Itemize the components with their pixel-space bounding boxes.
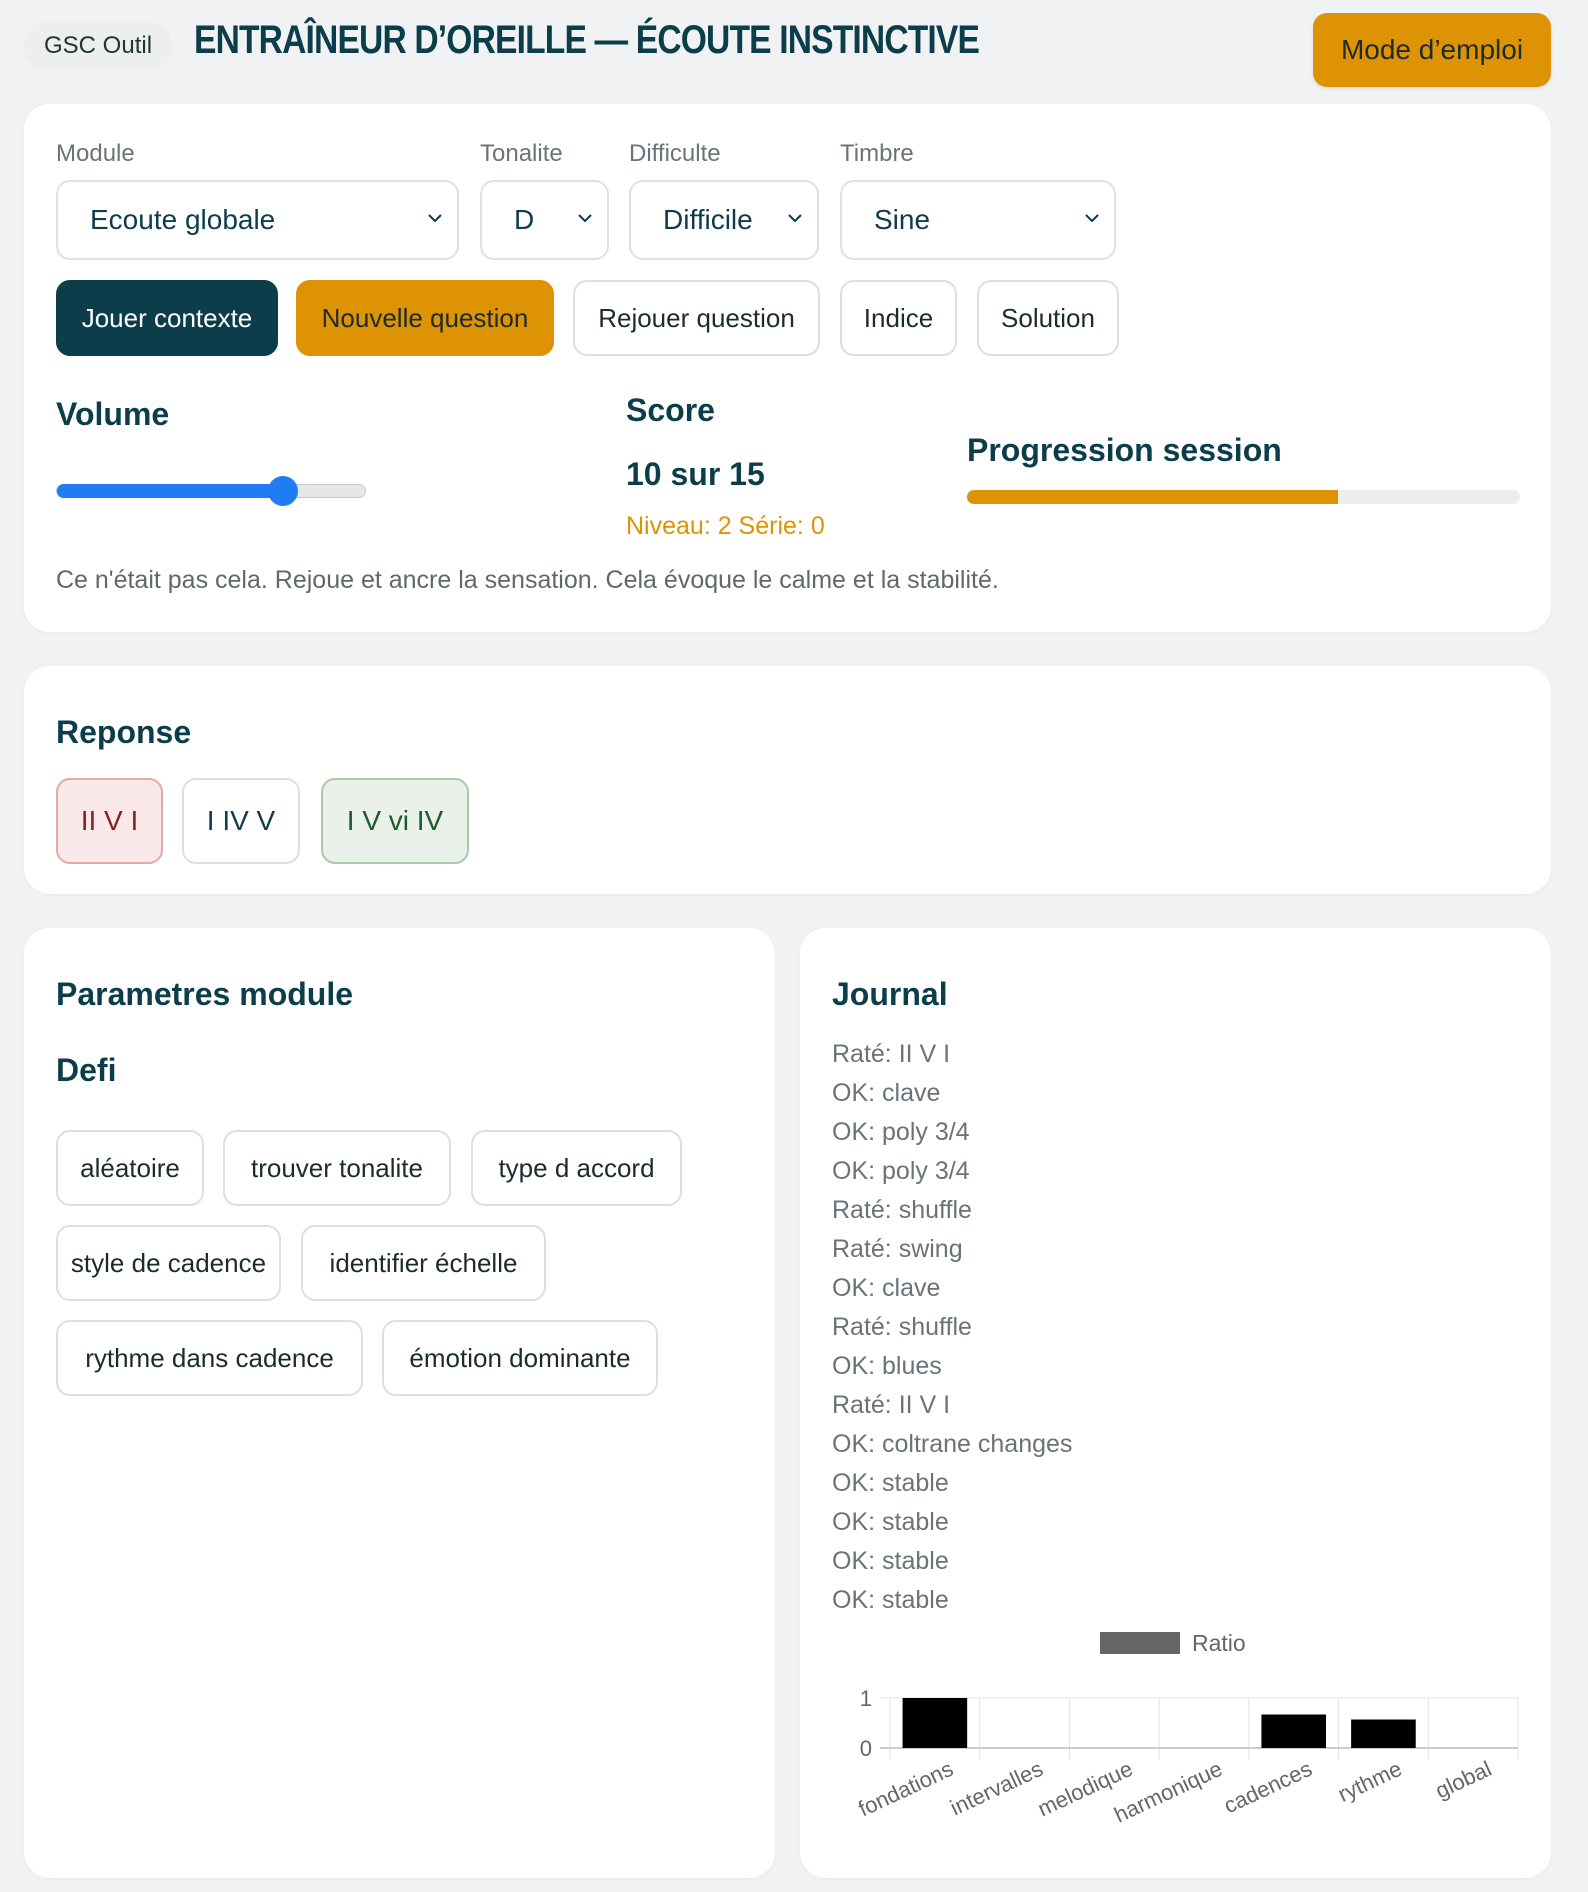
journal-entry: Raté: II V I: [832, 1040, 951, 1068]
help-button[interactable]: Mode d’emploi: [1313, 13, 1551, 87]
session-progress-fill: [967, 490, 1338, 504]
new-question-button[interactable]: Nouvelle question: [296, 280, 554, 356]
answer-option[interactable]: I IV V: [182, 778, 300, 864]
challenge-chord-type[interactable]: type d accord: [471, 1130, 682, 1206]
answer-option-wrong[interactable]: II V I: [56, 778, 163, 864]
y-tick-label: 1: [860, 1686, 872, 1711]
volume-slider[interactable]: [56, 476, 366, 506]
x-tick-label: intervalles: [946, 1756, 1046, 1821]
module-select-value: Ecoute globale: [90, 204, 276, 235]
bar-cadences: [1261, 1714, 1327, 1748]
page-title: Entraîneur d’oreille — Écoute instinctiv…: [194, 18, 980, 62]
journal-entry: Raté: II V I: [832, 1391, 951, 1419]
difficulte-select-value: Difficile: [663, 204, 753, 235]
journal-entry: Raté: shuffle: [832, 1196, 972, 1224]
bar-fondations: [902, 1698, 968, 1748]
journal-title: Journal: [832, 976, 948, 1012]
x-tick-label: fondations: [854, 1756, 957, 1822]
journal-entry: OK: stable: [832, 1508, 949, 1536]
chevron-down-icon: [788, 214, 802, 223]
journal-entry: Raté: shuffle: [832, 1313, 972, 1341]
feedback-text: Ce n'était pas cela. Rejoue et ancre la …: [56, 566, 999, 594]
controls-card: Module Tonalite Difficulte Timbre Ecoute…: [24, 104, 1551, 632]
play-context-button[interactable]: Jouer contexte: [56, 280, 278, 356]
session-progress-bar: [967, 490, 1520, 504]
volume-label: Volume: [56, 396, 170, 432]
bar-rythme: [1351, 1719, 1416, 1748]
challenge-find-key[interactable]: trouver tonalite: [223, 1130, 451, 1206]
timbre-select-value: Sine: [874, 204, 931, 235]
volume-slider-thumb[interactable]: [268, 476, 299, 506]
journal-card: Journal Raté: II V I OK: clave OK: poly …: [800, 928, 1551, 1878]
ratio-bar-chart: Ratio01fondationsintervallesmelodiquehar…: [854, 1630, 1519, 1828]
journal-entry: Raté: swing: [832, 1235, 963, 1263]
challenge-random[interactable]: aléatoire: [56, 1130, 204, 1206]
challenge-cadence-style[interactable]: style de cadence: [56, 1225, 281, 1301]
journal-entry: OK: stable: [832, 1469, 949, 1497]
answer-option-correct[interactable]: I V vi IV: [321, 778, 469, 864]
journal-entry: OK: coltrane changes: [832, 1430, 1073, 1458]
chevron-down-icon: [578, 214, 592, 223]
top-bar: GSC Outil Entraîneur d’oreille — Écoute …: [0, 0, 1588, 100]
journal-entry: OK: poly 3/4: [832, 1118, 970, 1146]
score-value: 10 sur 15: [626, 456, 765, 492]
score-label: Score: [626, 392, 715, 428]
solution-button[interactable]: Solution: [977, 280, 1119, 356]
challenge-rhythm-in-cadence[interactable]: rythme dans cadence: [56, 1320, 363, 1396]
params-title: Parametres module: [56, 976, 354, 1012]
x-tick-label: rythme: [1334, 1756, 1406, 1807]
hint-button[interactable]: Indice: [840, 280, 957, 356]
tool-chip: GSC Outil: [24, 22, 173, 70]
tonalite-select[interactable]: D: [480, 180, 609, 260]
progress-label: Progression session: [967, 432, 1282, 468]
volume-slider-fill: [57, 484, 284, 498]
journal-entry: OK: poly 3/4: [832, 1157, 970, 1185]
module-select[interactable]: Ecoute globale: [56, 180, 459, 260]
x-tick-label: cadences: [1220, 1756, 1316, 1818]
challenge-subtitle: Defi: [56, 1052, 117, 1088]
y-tick-label: 0: [860, 1736, 872, 1761]
legend-swatch: [1100, 1632, 1180, 1654]
journal-entry: OK: blues: [832, 1352, 942, 1380]
difficulte-label: Difficulte: [629, 140, 721, 167]
chevron-down-icon: [1085, 214, 1099, 223]
challenge-dominant-emotion[interactable]: émotion dominante: [382, 1320, 658, 1396]
timbre-label: Timbre: [840, 140, 914, 167]
x-tick-label: global: [1431, 1756, 1495, 1803]
tonalite-label: Tonalite: [480, 140, 563, 167]
journal-entry: OK: stable: [832, 1547, 949, 1575]
journal-entry: OK: clave: [832, 1079, 941, 1107]
module-label: Module: [56, 140, 135, 167]
level-streak: Niveau: 2 Série: 0: [626, 512, 825, 540]
challenge-identify-scale[interactable]: identifier échelle: [301, 1225, 546, 1301]
chevron-down-icon: [428, 214, 442, 223]
answer-card: Reponse II V I I IV V I V vi IV: [24, 666, 1551, 894]
replay-question-button[interactable]: Rejouer question: [573, 280, 820, 356]
journal-entry: OK: stable: [832, 1586, 949, 1614]
timbre-select[interactable]: Sine: [840, 180, 1116, 260]
answer-title: Reponse: [56, 714, 192, 750]
legend-label: Ratio: [1192, 1630, 1246, 1656]
tonalite-select-value: D: [514, 204, 535, 235]
journal-entry: OK: clave: [832, 1274, 941, 1302]
params-card: Parametres module Defi aléatoire trouver…: [24, 928, 775, 1878]
difficulte-select[interactable]: Difficile: [629, 180, 819, 260]
